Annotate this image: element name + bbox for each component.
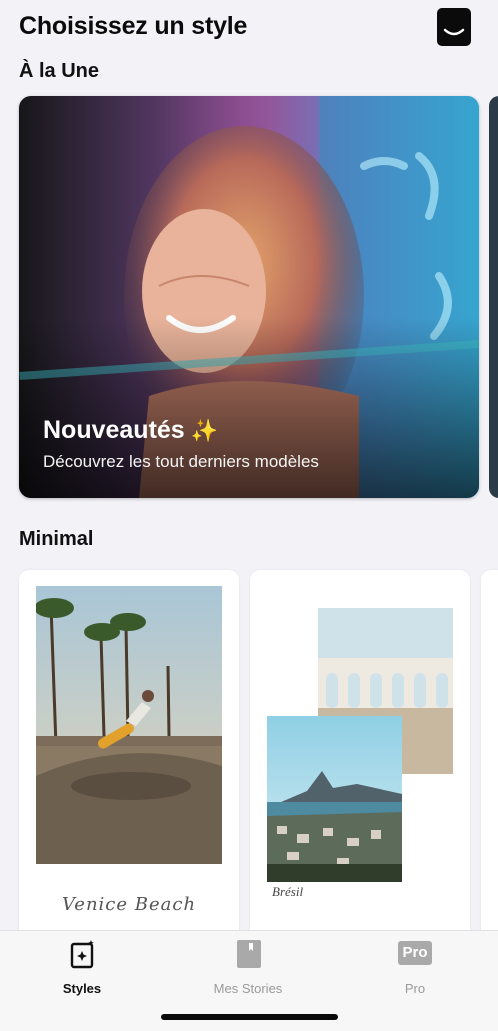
minimal-section-title: Minimal <box>19 528 94 550</box>
featured-card-title: Nouveautés ✨ <box>43 416 218 445</box>
sparkle-icon: ✨ <box>190 418 219 443</box>
venice-photo <box>36 586 222 864</box>
tab-pro-label: Pro <box>404 981 426 996</box>
template-caption-bresil: Brésil <box>272 884 304 899</box>
template-caption-venice: Venice Beach <box>61 894 197 915</box>
featured-card-subtitle: Découvrez les tout derniers modèles <box>43 452 319 471</box>
featured-next-card[interactable] <box>489 96 498 498</box>
template-card-next[interactable] <box>481 570 498 950</box>
featured-card[interactable]: Nouveautés ✨ Découvrez les tout derniers … <box>19 96 479 498</box>
featured-card-title-text: Nouveautés <box>43 416 185 444</box>
tab-styles-label: Styles <box>62 981 102 996</box>
pro-badge-icon: Pro <box>398 941 432 965</box>
styles-sparkle-icon <box>70 940 94 969</box>
template-card-venice[interactable]: Venice Beach <box>19 570 239 950</box>
tab-mes-stories-label: Mes Stories <box>213 981 283 996</box>
bresil-bay-photo <box>267 716 402 882</box>
bookmark-icon <box>237 940 261 968</box>
tab-pro[interactable]: Pro Pro <box>355 939 475 999</box>
header: Choisissez un style <box>0 0 498 56</box>
home-indicator[interactable] <box>161 1014 338 1020</box>
tab-styles[interactable]: Styles <box>22 939 142 999</box>
tab-mes-stories[interactable]: Mes Stories <box>188 939 308 999</box>
template-card-bresil[interactable]: Brésil <box>250 570 470 950</box>
page-title: Choisissez un style <box>19 12 248 40</box>
featured-section-title: À la Une <box>19 60 100 82</box>
app-logo-icon[interactable] <box>437 8 471 46</box>
